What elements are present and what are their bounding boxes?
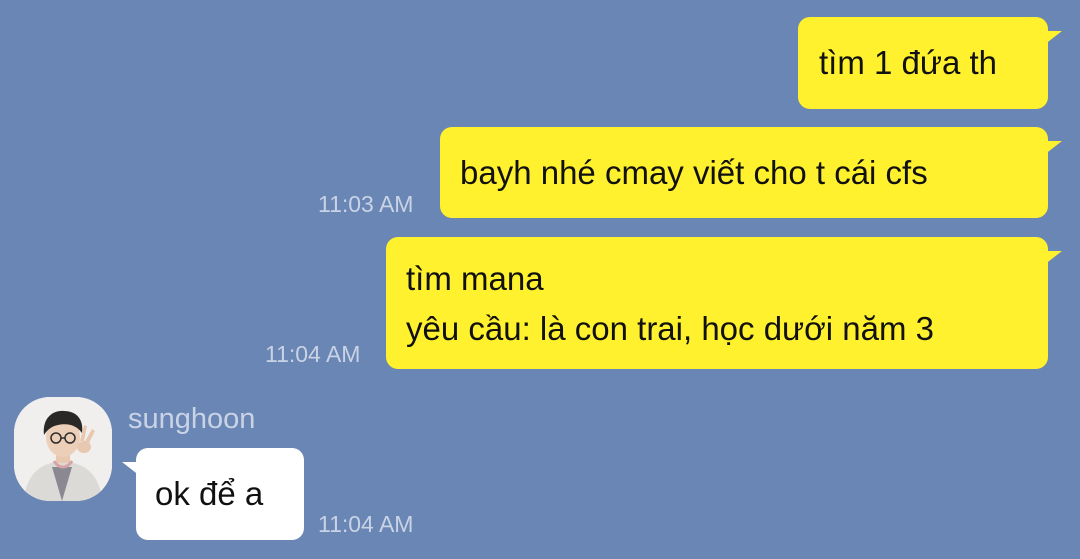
message-text: tìm 1 đứa th <box>819 44 998 81</box>
outgoing-message-bubble[interactable]: tìm mana yêu cầu: là con trai, học dưới … <box>386 237 1062 369</box>
bubble-tail <box>1044 251 1062 265</box>
bubble-tail <box>1044 141 1062 155</box>
incoming-message-bubble[interactable]: ok để a <box>122 448 304 540</box>
message-text: ok để a <box>155 475 264 512</box>
message-text: tìm mana <box>406 260 544 297</box>
avatar[interactable] <box>14 397 112 501</box>
message-timestamp: 11:04 AM <box>318 511 414 537</box>
message-timestamp: 11:03 AM <box>318 191 414 217</box>
chat-area[interactable]: tìm 1 đứa th 11:03 AM bayh nhé cmay viết… <box>0 0 1080 559</box>
bubble-tail <box>1044 31 1062 45</box>
message-text: bayh nhé cmay viết cho t cái cfs <box>460 154 928 191</box>
user-avatar-photo-icon <box>14 397 112 501</box>
bubble-tail <box>122 462 140 476</box>
sender-name: sunghoon <box>128 403 256 435</box>
outgoing-message-bubble[interactable]: bayh nhé cmay viết cho t cái cfs <box>440 127 1062 218</box>
message-text: yêu cầu: là con trai, học dưới năm 3 <box>406 310 934 347</box>
outgoing-message-bubble[interactable]: tìm 1 đứa th <box>798 17 1062 109</box>
message-timestamp: 11:04 AM <box>265 341 361 367</box>
